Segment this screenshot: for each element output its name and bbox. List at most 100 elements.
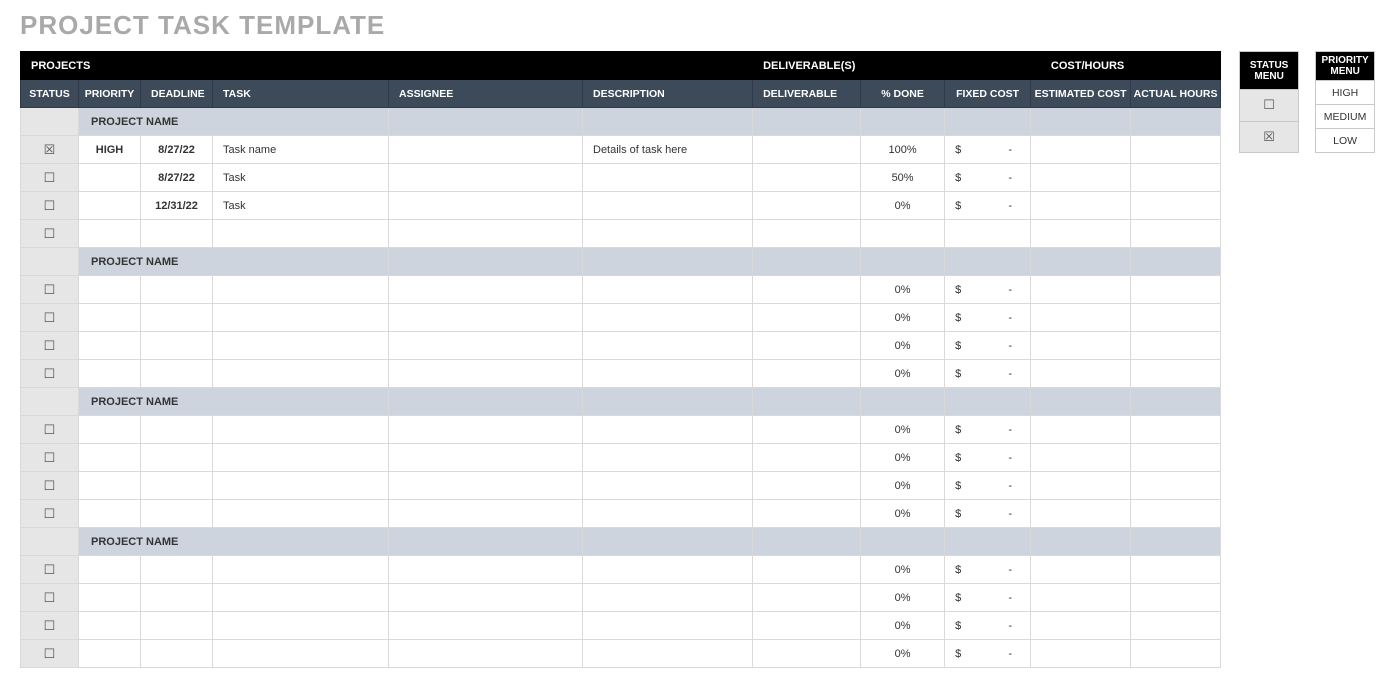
fixed-cost-cell[interactable]: $- [945,360,1031,388]
assignee-cell[interactable] [389,500,583,528]
task-cell[interactable] [213,584,389,612]
status-checkbox[interactable]: ☐ [21,360,79,388]
priority-cell[interactable] [79,276,141,304]
priority-cell[interactable] [79,220,141,248]
status-checkbox[interactable]: ☐ [21,220,79,248]
fixed-cost-cell[interactable]: $- [945,612,1031,640]
actual-hours-cell[interactable] [1131,416,1221,444]
est-cost-cell[interactable] [1031,556,1131,584]
description-cell[interactable] [583,556,753,584]
priority-cell[interactable] [79,444,141,472]
deliverable-cell[interactable] [753,556,861,584]
deadline-cell[interactable]: 8/27/22 [141,164,213,192]
deadline-cell[interactable] [141,584,213,612]
status-menu-item[interactable]: ☒ [1240,121,1299,152]
pct-done-cell[interactable]: 0% [861,584,945,612]
status-checkbox[interactable]: ☐ [21,612,79,640]
description-cell[interactable] [583,416,753,444]
deliverable-cell[interactable] [753,416,861,444]
assignee-cell[interactable] [389,304,583,332]
deliverable-cell[interactable] [753,584,861,612]
assignee-cell[interactable] [389,164,583,192]
deliverable-cell[interactable] [753,304,861,332]
status-checkbox[interactable]: ☐ [21,416,79,444]
actual-hours-cell[interactable] [1131,136,1221,164]
description-cell[interactable] [583,192,753,220]
pct-done-cell[interactable]: 100% [861,136,945,164]
task-cell[interactable] [213,444,389,472]
assignee-cell[interactable] [389,416,583,444]
deadline-cell[interactable] [141,276,213,304]
description-cell[interactable] [583,276,753,304]
project-name-label[interactable]: PROJECT NAME [79,248,389,276]
assignee-cell[interactable] [389,640,583,668]
deliverable-cell[interactable] [753,472,861,500]
fixed-cost-cell[interactable]: $- [945,304,1031,332]
fixed-cost-cell[interactable]: $- [945,164,1031,192]
description-cell[interactable] [583,360,753,388]
fixed-cost-cell[interactable]: $- [945,472,1031,500]
actual-hours-cell[interactable] [1131,640,1221,668]
task-cell[interactable] [213,220,389,248]
priority-cell[interactable] [79,416,141,444]
pct-done-cell[interactable]: 0% [861,360,945,388]
actual-hours-cell[interactable] [1131,332,1221,360]
description-cell[interactable] [583,332,753,360]
fixed-cost-cell[interactable]: $- [945,192,1031,220]
priority-cell[interactable] [79,500,141,528]
assignee-cell[interactable] [389,220,583,248]
actual-hours-cell[interactable] [1131,304,1221,332]
est-cost-cell[interactable] [1031,136,1131,164]
task-cell[interactable] [213,640,389,668]
assignee-cell[interactable] [389,332,583,360]
description-cell[interactable] [583,304,753,332]
deadline-cell[interactable] [141,332,213,360]
priority-menu-item[interactable]: HIGH [1316,81,1375,105]
deadline-cell[interactable] [141,500,213,528]
est-cost-cell[interactable] [1031,276,1131,304]
priority-cell[interactable] [79,556,141,584]
pct-done-cell[interactable]: 0% [861,332,945,360]
assignee-cell[interactable] [389,472,583,500]
deliverable-cell[interactable] [753,332,861,360]
est-cost-cell[interactable] [1031,444,1131,472]
actual-hours-cell[interactable] [1131,612,1221,640]
deadline-cell[interactable] [141,612,213,640]
task-cell[interactable]: Task name [213,136,389,164]
task-cell[interactable] [213,556,389,584]
actual-hours-cell[interactable] [1131,444,1221,472]
priority-cell[interactable] [79,584,141,612]
description-cell[interactable] [583,612,753,640]
deliverable-cell[interactable] [753,444,861,472]
task-cell[interactable] [213,360,389,388]
deliverable-cell[interactable] [753,612,861,640]
deadline-cell[interactable] [141,360,213,388]
assignee-cell[interactable] [389,192,583,220]
fixed-cost-cell[interactable]: $- [945,500,1031,528]
actual-hours-cell[interactable] [1131,500,1221,528]
actual-hours-cell[interactable] [1131,556,1221,584]
status-checkbox[interactable]: ☐ [21,276,79,304]
actual-hours-cell[interactable] [1131,192,1221,220]
est-cost-cell[interactable] [1031,416,1131,444]
priority-cell[interactable] [79,640,141,668]
status-checkbox[interactable]: ☐ [21,472,79,500]
deadline-cell[interactable] [141,556,213,584]
deadline-cell[interactable] [141,416,213,444]
deadline-cell[interactable]: 8/27/22 [141,136,213,164]
priority-cell[interactable] [79,612,141,640]
priority-cell[interactable] [79,472,141,500]
task-cell[interactable] [213,332,389,360]
task-cell[interactable] [213,304,389,332]
deliverable-cell[interactable] [753,220,861,248]
pct-done-cell[interactable]: 0% [861,444,945,472]
priority-cell[interactable] [79,332,141,360]
priority-menu-item[interactable]: MEDIUM [1316,105,1375,129]
description-cell[interactable] [583,220,753,248]
fixed-cost-cell[interactable]: $- [945,416,1031,444]
description-cell[interactable] [583,500,753,528]
deliverable-cell[interactable] [753,136,861,164]
pct-done-cell[interactable]: 0% [861,500,945,528]
est-cost-cell[interactable] [1031,612,1131,640]
est-cost-cell[interactable] [1031,192,1131,220]
